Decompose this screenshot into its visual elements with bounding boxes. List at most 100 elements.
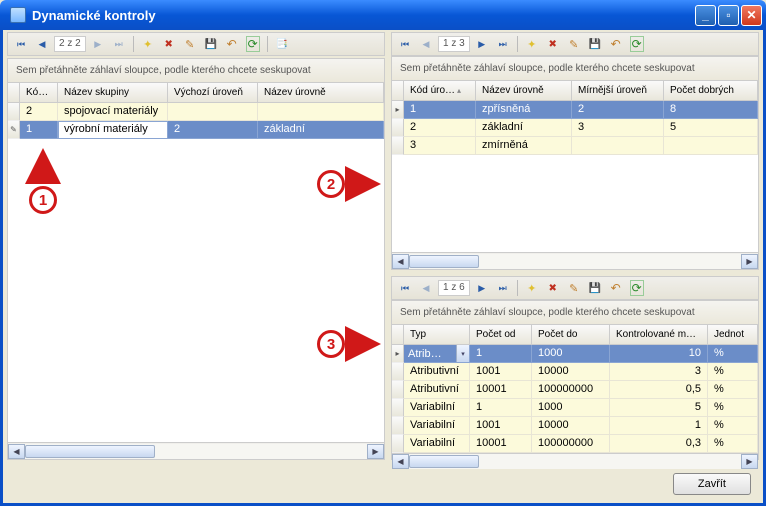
col-level-name[interactable]: Název úrovně xyxy=(258,83,384,102)
scroll-right-icon[interactable]: ▶ xyxy=(367,444,384,459)
nav-prev-icon[interactable] xyxy=(33,35,51,53)
save-icon[interactable] xyxy=(202,35,220,53)
minimize-button[interactable]: _ xyxy=(695,5,716,26)
scroll-right-icon[interactable]: ▶ xyxy=(741,254,758,269)
edit-icon[interactable] xyxy=(181,35,199,53)
new-icon[interactable] xyxy=(523,279,541,297)
table-cell[interactable]: Variabilní xyxy=(404,399,470,417)
copy-icon[interactable] xyxy=(273,35,291,53)
table-cell[interactable]: 100000000 xyxy=(532,381,610,399)
table-cell[interactable]: Atributivní xyxy=(404,363,470,381)
table-cell[interactable]: základní xyxy=(258,121,384,139)
col-name[interactable]: Název skupiny xyxy=(58,83,168,102)
table-cell[interactable]: 10001 xyxy=(470,381,532,399)
table-cell[interactable]: Variabilní xyxy=(404,417,470,435)
h-scrollbar[interactable]: ◀ ▶ xyxy=(8,442,384,459)
nav-prev-icon[interactable] xyxy=(417,279,435,297)
table-cell[interactable] xyxy=(664,137,758,155)
table-cell[interactable]: 1001 xyxy=(470,417,532,435)
table-cell[interactable]: 0,5 xyxy=(610,381,708,399)
table-cell[interactable]: 1 xyxy=(20,121,58,139)
table-row[interactable]: Variabilní1001100001% xyxy=(392,417,758,435)
table-cell[interactable]: Variabilní xyxy=(404,435,470,453)
table-row[interactable]: ✎1výrobní materiály2základní xyxy=(8,121,384,139)
nav-prev-icon[interactable] xyxy=(417,35,435,53)
group-by-hint[interactable]: Sem přetáhněte záhlaví sloupce, podle kt… xyxy=(392,57,758,81)
delete-icon[interactable] xyxy=(544,279,562,297)
scroll-track[interactable] xyxy=(409,454,741,469)
table-cell[interactable]: 10000 xyxy=(532,363,610,381)
nav-last-icon[interactable] xyxy=(494,279,512,297)
close-window-button[interactable]: ✕ xyxy=(741,5,762,26)
nav-next-icon[interactable] xyxy=(89,35,107,53)
table-cell[interactable]: 2 xyxy=(168,121,258,139)
table-cell[interactable]: spojovací materiály xyxy=(58,103,168,121)
table-row[interactable]: 2základní35 xyxy=(392,119,758,137)
table-row[interactable]: Variabilní100011000000000,3% xyxy=(392,435,758,453)
close-button[interactable]: Zavřít xyxy=(673,473,751,495)
nav-first-icon[interactable] xyxy=(396,35,414,53)
table-cell[interactable]: 8 xyxy=(664,101,758,119)
table-cell[interactable]: 1001 xyxy=(470,363,532,381)
table-cell[interactable]: 1 xyxy=(470,345,532,363)
scroll-right-icon[interactable]: ▶ xyxy=(741,454,758,469)
table-cell[interactable]: 10 xyxy=(610,345,708,363)
col-count-to[interactable]: Počet do xyxy=(532,325,610,344)
nav-next-icon[interactable] xyxy=(473,279,491,297)
refresh-icon[interactable] xyxy=(244,35,262,53)
new-icon[interactable] xyxy=(139,35,157,53)
col-code[interactable]: Kó… xyxy=(20,83,58,102)
col-unit[interactable]: Jednot xyxy=(708,325,758,344)
table-row[interactable]: Variabilní110005% xyxy=(392,399,758,417)
table-cell[interactable]: 2 xyxy=(20,103,58,121)
table-cell[interactable]: 1 xyxy=(404,101,476,119)
nav-first-icon[interactable] xyxy=(12,35,30,53)
nav-first-icon[interactable] xyxy=(396,279,414,297)
table-cell[interactable]: Atrib…▾ xyxy=(404,345,470,363)
table-row[interactable]: 3zmírněná xyxy=(392,137,758,155)
table-cell[interactable]: 5 xyxy=(610,399,708,417)
col-good-count[interactable]: Počet dobrých xyxy=(664,81,758,100)
table-cell[interactable]: 1 xyxy=(470,399,532,417)
col-count-from[interactable]: Počet od xyxy=(470,325,532,344)
h-scrollbar[interactable]: ◀ ▶ xyxy=(392,453,758,469)
delete-icon[interactable] xyxy=(544,35,562,53)
table-cell[interactable]: 3 xyxy=(610,363,708,381)
table-cell[interactable]: zpřísněná xyxy=(476,101,572,119)
col-level-code[interactable]: Kód úro… xyxy=(404,81,476,100)
scroll-left-icon[interactable]: ◀ xyxy=(8,444,25,459)
table-cell[interactable]: 100000000 xyxy=(532,435,610,453)
table-row[interactable]: Atributivní1001100003% xyxy=(392,363,758,381)
table-cell[interactable]: výrobní materiály xyxy=(58,121,168,139)
refresh-icon[interactable] xyxy=(628,35,646,53)
nav-next-icon[interactable] xyxy=(473,35,491,53)
undo-icon[interactable] xyxy=(223,35,241,53)
table-cell[interactable]: 5 xyxy=(664,119,758,137)
refresh-icon[interactable] xyxy=(628,279,646,297)
table-cell[interactable]: 10001 xyxy=(470,435,532,453)
table-cell[interactable]: % xyxy=(708,399,758,417)
col-milder-level[interactable]: Mírnější úroveň xyxy=(572,81,664,100)
table-cell[interactable]: % xyxy=(708,363,758,381)
scroll-track[interactable] xyxy=(409,254,741,269)
table-cell[interactable]: % xyxy=(708,381,758,399)
table-cell[interactable] xyxy=(258,103,384,121)
table-cell[interactable]: 3 xyxy=(404,137,476,155)
nav-last-icon[interactable] xyxy=(494,35,512,53)
table-cell[interactable] xyxy=(572,137,664,155)
table-cell[interactable]: základní xyxy=(476,119,572,137)
save-icon[interactable] xyxy=(586,279,604,297)
table-cell[interactable]: 0,3 xyxy=(610,435,708,453)
save-icon[interactable] xyxy=(586,35,604,53)
table-cell[interactable]: 2 xyxy=(572,101,664,119)
nav-last-icon[interactable] xyxy=(110,35,128,53)
table-cell[interactable]: % xyxy=(708,435,758,453)
scroll-left-icon[interactable]: ◀ xyxy=(392,254,409,269)
table-cell[interactable]: 1 xyxy=(610,417,708,435)
group-by-hint[interactable]: Sem přetáhněte záhlaví sloupce, podle kt… xyxy=(8,59,384,83)
scroll-track[interactable] xyxy=(25,444,367,459)
col-checked[interactable]: Kontrolované m… xyxy=(610,325,708,344)
table-row[interactable]: ▸1zpřísněná28 xyxy=(392,101,758,119)
table-cell[interactable]: 1000 xyxy=(532,345,610,363)
scroll-left-icon[interactable]: ◀ xyxy=(392,454,409,469)
